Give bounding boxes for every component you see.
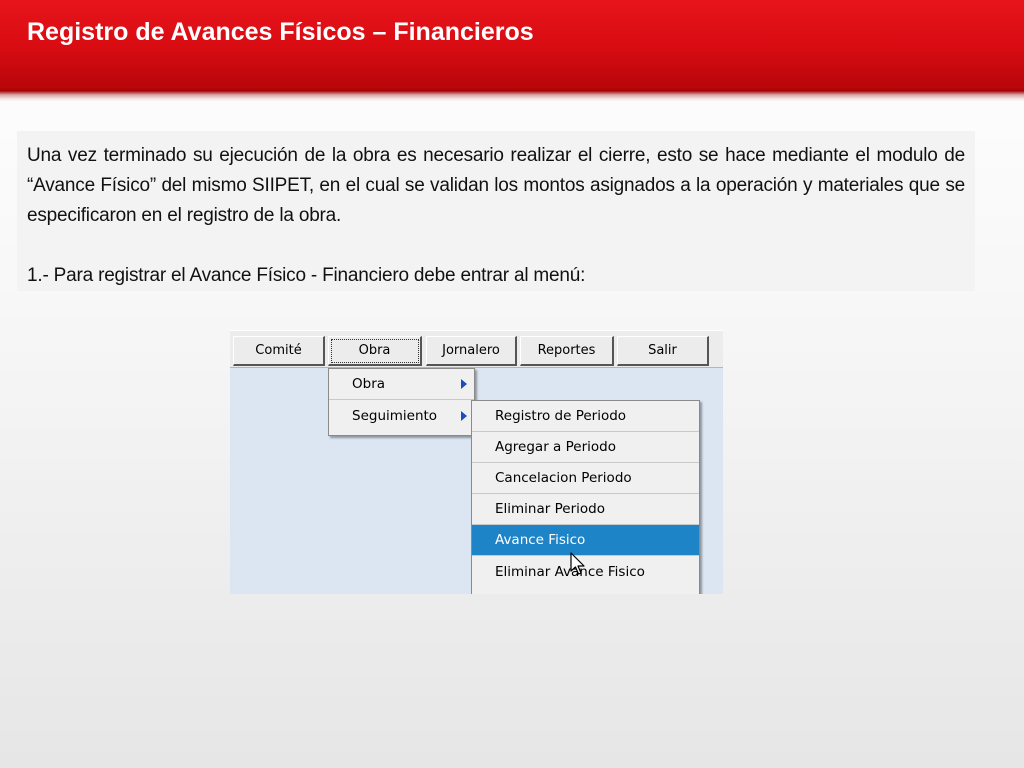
menu-item-eliminar-periodo[interactable]: Eliminar Periodo — [472, 494, 699, 525]
slide-title: Registro de Avances Físicos – Financiero… — [27, 18, 534, 46]
header-divider — [0, 86, 1024, 102]
menu-button-salir[interactable]: Salir — [617, 336, 709, 366]
menu-button-obra[interactable]: Obra — [328, 336, 422, 366]
submenu-arrow-icon — [461, 379, 467, 389]
paragraph-intro: Una vez terminado su ejecución de la obr… — [27, 145, 965, 226]
menu-item-registro-de-periodo[interactable]: Registro de Periodo — [472, 401, 699, 432]
mouse-pointer-icon — [570, 552, 585, 575]
menu-item-agregar-a-periodo[interactable]: Agregar a Periodo — [472, 432, 699, 463]
instruction-textbox: Una vez terminado su ejecución de la obr… — [17, 131, 975, 291]
menu-item-cancelacion-periodo[interactable]: Cancelacion Periodo — [472, 463, 699, 494]
menu-item-label: Obra — [352, 376, 386, 392]
app-screenshot: Comité Obra Jornalero Reportes Salir Obr… — [230, 330, 723, 594]
slide-header-bar: Registro de Avances Físicos – Financiero… — [0, 0, 1024, 86]
obra-dropdown-menu: Obra Seguimiento — [328, 368, 475, 436]
menu-button-comite[interactable]: Comité — [233, 336, 325, 366]
menu-button-reportes[interactable]: Reportes — [520, 336, 614, 366]
menu-item-label: Seguimiento — [352, 407, 438, 424]
menu-button-jornalero[interactable]: Jornalero — [426, 336, 517, 366]
paragraph-step-1: 1.- Para registrar el Avance Físico - Fi… — [27, 265, 586, 286]
menu-item-obra[interactable]: Obra — [329, 369, 474, 400]
menu-item-seguimiento[interactable]: Seguimiento — [329, 400, 474, 431]
submenu-arrow-icon — [461, 410, 467, 421]
